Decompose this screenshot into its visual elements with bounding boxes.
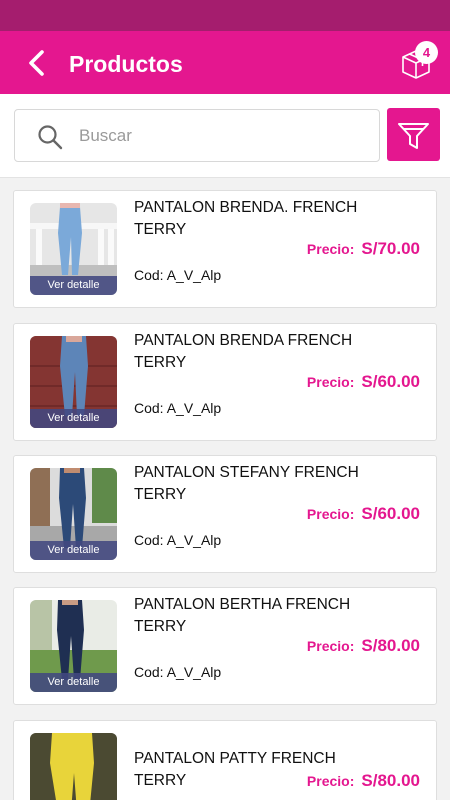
- price-value: S/70.00: [361, 239, 420, 258]
- search-box[interactable]: [14, 109, 380, 162]
- price-label: Precio:: [306, 374, 355, 390]
- chevron-left-icon: [29, 50, 44, 76]
- view-detail-button[interactable]: Ver detalle: [30, 541, 117, 560]
- cart-count-badge: 4: [415, 41, 438, 64]
- yellow-pants-photo: [30, 733, 117, 800]
- product-name: PANTALON BRENDA FRENCH TERRY: [134, 332, 353, 371]
- funnel-icon: [398, 123, 429, 149]
- product-price: Precio: S/70.00: [307, 239, 420, 259]
- product-card[interactable]: PANTALON PATTY FRENCH TERRY Precio: S/80.…: [13, 720, 437, 800]
- price-label: Precio:: [306, 506, 355, 522]
- product-image[interactable]: Ver detalle: [30, 468, 117, 560]
- product-price: Precio: S/80.00: [307, 771, 420, 791]
- product-name: PANTALON STEFANY FRENCH TERRY: [134, 464, 359, 503]
- product-image[interactable]: Ver detalle: [30, 336, 117, 428]
- product-price: Precio: S/60.00: [307, 504, 420, 524]
- product-price: Precio: S/60.00: [307, 372, 420, 392]
- price-label: Precio:: [306, 638, 355, 654]
- product-code: Cod: A_V_Alp: [134, 400, 222, 416]
- filter-button[interactable]: [387, 108, 440, 161]
- price-value: S/80.00: [361, 771, 420, 790]
- back-button[interactable]: [22, 47, 54, 79]
- view-detail-button[interactable]: Ver detalle: [30, 409, 117, 428]
- product-card[interactable]: Ver detalle PANTALON BRENDA FRENCH TERRY…: [13, 323, 437, 441]
- product-name: PANTALON BERTHA FRENCH TERRY: [134, 596, 351, 635]
- search-input[interactable]: [79, 119, 369, 153]
- product-card[interactable]: Ver detalle PANTALON BERTHA FRENCH TERRY…: [13, 587, 437, 705]
- product-name: PANTALON BRENDA. FRENCH TERRY: [134, 199, 358, 238]
- product-image[interactable]: [30, 733, 117, 800]
- view-detail-button[interactable]: Ver detalle: [30, 673, 117, 692]
- price-label: Precio:: [306, 241, 355, 257]
- product-list: Ver detalle PANTALON BRENDA. FRENCH TERR…: [0, 178, 450, 800]
- app-bar: Productos 4: [0, 31, 450, 94]
- search-icon: [38, 125, 63, 150]
- product-image[interactable]: Ver detalle: [30, 600, 117, 692]
- view-detail-button[interactable]: Ver detalle: [30, 276, 117, 295]
- product-image[interactable]: Ver detalle: [30, 203, 117, 295]
- product-price: Precio: S/80.00: [307, 636, 420, 656]
- product-card[interactable]: Ver detalle PANTALON BRENDA. FRENCH TERR…: [13, 190, 437, 308]
- product-code: Cod: A_V_Alp: [134, 267, 222, 283]
- product-code: Cod: A_V_Alp: [134, 664, 222, 680]
- price-label: Precio:: [306, 773, 355, 789]
- price-value: S/60.00: [361, 504, 420, 523]
- price-value: S/60.00: [361, 372, 420, 391]
- product-card[interactable]: Ver detalle PANTALON STEFANY FRENCH TERR…: [13, 455, 437, 573]
- product-code: Cod: A_V_Alp: [134, 532, 222, 548]
- search-bar: [0, 94, 450, 178]
- page-title: Productos: [69, 51, 183, 77]
- price-value: S/80.00: [361, 636, 420, 655]
- status-bar: [0, 0, 450, 31]
